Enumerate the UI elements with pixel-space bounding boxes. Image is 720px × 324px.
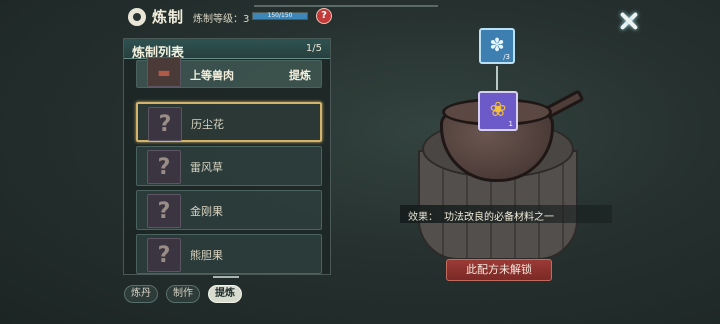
scroll-grip[interactable] <box>213 276 239 278</box>
item-name: 金刚果 <box>190 205 223 218</box>
output-slot[interactable]: ❀ 1 <box>478 91 518 131</box>
close-icon[interactable] <box>618 10 640 32</box>
ingredient-count: /3 <box>503 53 510 61</box>
panel-header: 炼制列表 1/5 <box>124 39 330 61</box>
cauldron-icon <box>128 7 146 26</box>
unknown-icon: ? <box>147 238 181 272</box>
help-button[interactable]: ? <box>316 8 332 24</box>
output-count: 1 <box>508 120 513 128</box>
category-tabs: 炼丹 制作 提炼 <box>124 285 242 303</box>
recipe-list[interactable]: ▬ 上等兽肉 提炼 ? 历尘花 ? 雷风草 ? 金刚果 ? 熊胆果 <box>136 57 322 278</box>
effect-label: 效果： <box>408 212 438 223</box>
ingredient-slot[interactable]: ✽ /3 <box>479 28 515 64</box>
list-item[interactable]: ? 金刚果 <box>136 190 322 230</box>
header: 炼制 炼制等级：3 150/150 ? <box>0 0 720 34</box>
slot-connector <box>496 66 498 90</box>
recipe-list-panel: 炼制列表 1/5 ▬ 上等兽肉 提炼 ? 历尘花 ? 雷风草 ? 金刚果 ? 熊… <box>123 38 331 275</box>
unknown-icon: ? <box>148 107 182 141</box>
header-divider <box>254 5 438 7</box>
list-item[interactable]: ▬ 上等兽肉 提炼 <box>136 57 322 88</box>
level-progress-text: 150/150 <box>267 12 293 19</box>
item-name: 雷风草 <box>190 161 223 174</box>
effect-bar: 效果： 功法改良的必备材料之一 <box>400 205 612 223</box>
item-name: 上等兽肉 <box>190 69 234 82</box>
page-indicator: 1/5 <box>305 43 322 54</box>
list-item[interactable]: ? 历尘花 <box>136 102 322 142</box>
item-name: 历尘花 <box>191 118 224 131</box>
effect-text: 功法改良的必备材料之一 <box>444 212 554 223</box>
refine-level-label: 炼制等级：3 <box>193 14 250 25</box>
tab-crafting[interactable]: 制作 <box>166 285 200 303</box>
title-wrap: 炼制 <box>128 6 184 27</box>
refine-action[interactable]: 提炼 <box>289 67 311 83</box>
recipe-locked-button[interactable]: 此配方未解锁 <box>446 259 552 281</box>
meat-icon: ▬ <box>147 57 181 87</box>
tab-alchemy[interactable]: 炼丹 <box>124 285 158 303</box>
tab-refine[interactable]: 提炼 <box>208 285 242 303</box>
page-title: 炼制 <box>152 8 185 26</box>
unknown-icon: ? <box>147 150 181 184</box>
list-item[interactable]: ? 熊胆果 <box>136 234 322 274</box>
unknown-icon: ? <box>147 194 181 228</box>
item-name: 熊胆果 <box>190 249 223 262</box>
list-item[interactable]: ? 雷风草 <box>136 146 322 186</box>
